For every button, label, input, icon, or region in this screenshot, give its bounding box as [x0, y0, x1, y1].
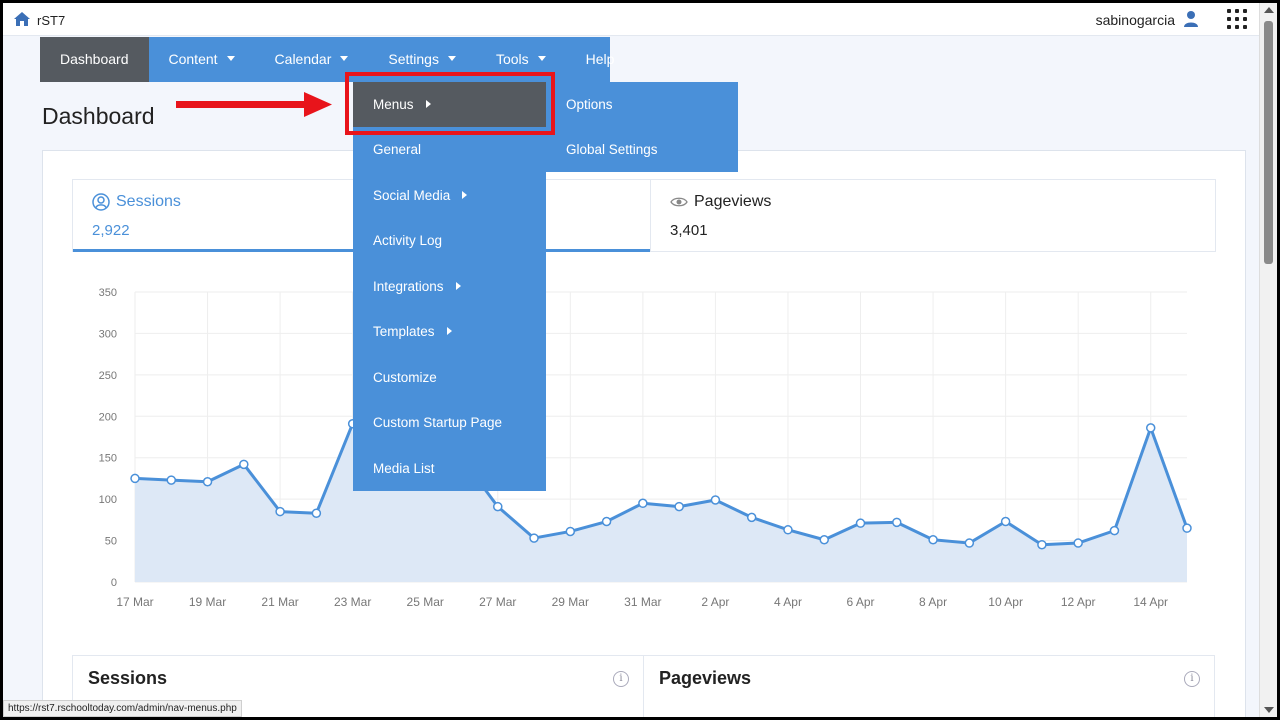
- data-point: [638, 498, 648, 509]
- caret-down-icon: [340, 55, 349, 61]
- menus-submenu: Options Global Settings: [546, 82, 738, 172]
- x-tick-label: 6 Apr: [847, 595, 875, 609]
- info-icon[interactable]: i: [1184, 671, 1200, 687]
- user-icon[interactable]: [1183, 10, 1199, 28]
- nav-help[interactable]: Help: [566, 37, 635, 82]
- y-tick-label: 150: [99, 453, 117, 465]
- eye-icon: [670, 197, 688, 207]
- red-arrow-icon: [176, 92, 332, 117]
- caret-right-icon: [462, 191, 468, 200]
- x-tick-label: 29 Mar: [552, 595, 589, 609]
- pageviews-value: 3,401: [670, 222, 708, 239]
- x-tick-label: 12 Apr: [1061, 595, 1096, 609]
- data-point: [819, 534, 829, 545]
- y-tick-label: 50: [105, 536, 117, 548]
- scrollbar-thumb[interactable]: [1264, 21, 1273, 264]
- caret-down-icon: [226, 55, 235, 61]
- data-point: [1145, 423, 1156, 433]
- caret-right-icon: [455, 282, 461, 291]
- data-point: [166, 475, 177, 485]
- menu-item-social-media[interactable]: Social Media: [353, 173, 546, 218]
- menu-item-custom-startup-page[interactable]: Custom Startup Page: [353, 400, 546, 445]
- data-point: [674, 501, 684, 512]
- data-point: [130, 473, 140, 484]
- top-bar: rST7 sabinogarcia: [3, 3, 1259, 36]
- data-point: [493, 501, 503, 512]
- caret-down-icon: [537, 55, 546, 61]
- caret-right-icon: [446, 327, 452, 336]
- menu-item-integrations[interactable]: Integrations: [353, 264, 546, 309]
- data-point: [1037, 539, 1047, 550]
- data-point: [892, 517, 902, 528]
- nav-dashboard[interactable]: Dashboard: [40, 37, 149, 82]
- data-point: [311, 508, 322, 518]
- data-point: [855, 518, 866, 528]
- data-point: [601, 516, 612, 527]
- x-tick-label: 21 Mar: [261, 595, 298, 609]
- y-tick-label: 100: [99, 494, 117, 506]
- nav-content[interactable]: Content: [149, 37, 255, 82]
- vertical-scrollbar[interactable]: [1259, 3, 1277, 717]
- menu-item-templates[interactable]: Templates: [353, 309, 546, 354]
- page-title: Dashboard: [42, 103, 155, 129]
- data-point: [1182, 523, 1192, 533]
- x-tick-label: 2 Apr: [701, 595, 729, 609]
- y-tick-label: 300: [99, 328, 117, 340]
- sessions-area-fill: [135, 423, 1187, 582]
- data-point: [202, 476, 213, 487]
- data-point: [1109, 525, 1120, 536]
- y-tick-label: 250: [99, 370, 117, 382]
- data-point: [529, 533, 539, 543]
- pageviews-panel: Pageviews i: [643, 655, 1215, 720]
- data-point: [1000, 516, 1011, 527]
- x-tick-label: 17 Mar: [116, 595, 153, 609]
- submenu-item-options[interactable]: Options: [546, 82, 738, 127]
- y-tick-label: 350: [99, 287, 117, 299]
- status-bar-url: https://rst7.rschooltoday.com/admin/nav-…: [3, 700, 242, 717]
- scroll-up-arrow-icon[interactable]: [1264, 7, 1274, 13]
- y-tick-label: 0: [111, 577, 117, 589]
- data-point: [928, 534, 938, 545]
- scroll-down-arrow-icon[interactable]: [1264, 707, 1274, 713]
- menu-item-activity-log[interactable]: Activity Log: [353, 218, 546, 263]
- x-tick-label: 10 Apr: [988, 595, 1023, 609]
- data-point: [565, 526, 576, 537]
- data-point: [746, 512, 757, 523]
- username[interactable]: sabinogarcia: [1096, 12, 1175, 28]
- sessions-line-chart: 0 50 100 150 200 250 300 350 17 Mar 19 Mar 21 Mar 2…: [99, 287, 1192, 609]
- data-point: [275, 506, 285, 517]
- menu-item-media-list[interactable]: Media List: [353, 446, 546, 491]
- app-title[interactable]: rST7: [37, 13, 65, 28]
- settings-dropdown: Menus General Social Media Activity Log …: [353, 82, 546, 491]
- data-point: [239, 459, 249, 470]
- x-tick-label: 8 Apr: [919, 595, 947, 609]
- sessions-value: 2,922: [92, 222, 130, 239]
- caret-down-icon: [447, 55, 456, 61]
- data-point: [710, 495, 721, 505]
- data-point: [1073, 538, 1083, 548]
- tab-pageviews[interactable]: Pageviews 3,401: [650, 180, 1216, 252]
- submenu-item-global-settings[interactable]: Global Settings: [546, 127, 738, 172]
- user-circle-icon: [92, 193, 110, 211]
- x-tick-label: 25 Mar: [407, 595, 444, 609]
- pageviews-panel-title: Pageviews: [659, 668, 752, 688]
- apps-grid-icon[interactable]: [1227, 9, 1247, 29]
- x-tick-label: 27 Mar: [479, 595, 516, 609]
- y-tick-label: 200: [99, 411, 117, 423]
- info-icon[interactable]: i: [613, 671, 629, 687]
- data-point: [783, 525, 793, 535]
- menu-item-customize[interactable]: Customize: [353, 355, 546, 400]
- x-tick-label: 23 Mar: [334, 595, 371, 609]
- x-tick-label: 31 Mar: [624, 595, 661, 609]
- stat-tabs: Sessions 2,922 Pageviews 3,401: [72, 179, 1216, 252]
- pageviews-label: Pageviews: [694, 193, 772, 210]
- x-tick-label: 14 Apr: [1133, 595, 1168, 609]
- data-point: [964, 538, 975, 548]
- sessions-label: Sessions: [116, 193, 181, 210]
- highlight-box: [345, 72, 555, 135]
- home-icon[interactable]: [13, 11, 31, 27]
- x-tick-label: 4 Apr: [774, 595, 802, 609]
- sessions-panel-title: Sessions: [88, 668, 168, 688]
- x-tick-label: 19 Mar: [189, 595, 226, 609]
